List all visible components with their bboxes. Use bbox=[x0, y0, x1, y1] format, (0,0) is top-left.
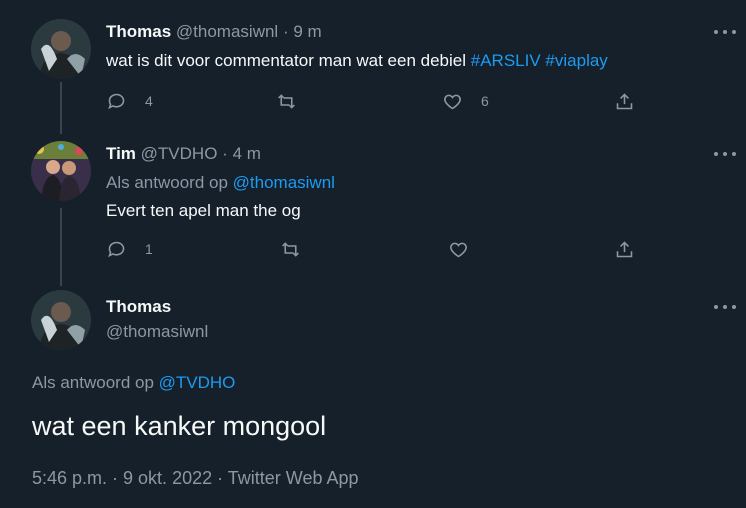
reply-to-link[interactable]: @TVDHO bbox=[159, 373, 236, 392]
like-icon bbox=[444, 94, 461, 109]
reply-prefix: Als antwoord op bbox=[32, 373, 154, 392]
reply-button[interactable]: 4 bbox=[106, 89, 153, 113]
handle[interactable]: @thomasiwnl bbox=[106, 322, 208, 342]
separator: · bbox=[222, 144, 228, 163]
action-bar: 1 bbox=[106, 237, 646, 261]
tweet[interactable]: Thomas @thomasiwnl · 9 m wat is dit voor… bbox=[0, 0, 746, 130]
retweet-icon bbox=[282, 241, 299, 257]
action-bar: 4 6 bbox=[106, 89, 646, 113]
reply-icon bbox=[108, 93, 125, 109]
more-icon[interactable] bbox=[714, 25, 736, 39]
tweet-header: Tim @TVDHO · 4 m bbox=[106, 144, 261, 164]
reply-prefix: Als antwoord op bbox=[106, 173, 228, 192]
tweet-text: Evert ten apel man the og bbox=[106, 201, 301, 221]
display-name[interactable]: Thomas bbox=[106, 22, 171, 41]
tweet[interactable]: Tim @TVDHO · 4 m Als antwoord op @thomas… bbox=[0, 130, 746, 280]
tweet-header: Thomas @thomasiwnl · 9 m bbox=[106, 22, 322, 42]
main-tweet: Thomas @thomasiwnl Als antwoord op @TVDH… bbox=[0, 280, 746, 508]
share-icon bbox=[616, 92, 633, 109]
hashtag-link[interactable]: #ARSLIV bbox=[471, 51, 541, 70]
timestamp[interactable]: 4 m bbox=[233, 144, 261, 163]
like-button[interactable]: 6 bbox=[442, 89, 489, 113]
avatar[interactable] bbox=[31, 19, 91, 79]
handle[interactable]: @thomasiwnl bbox=[176, 22, 278, 41]
like-count: 6 bbox=[481, 93, 489, 109]
retweet-button[interactable] bbox=[276, 89, 315, 113]
avatar[interactable] bbox=[31, 290, 91, 350]
like-icon bbox=[450, 242, 467, 257]
share-button[interactable] bbox=[614, 89, 635, 113]
avatar[interactable] bbox=[31, 141, 91, 201]
tweet-text-content: wat is dit voor commentator man wat een … bbox=[106, 51, 467, 70]
reply-to-link[interactable]: @thomasiwnl bbox=[233, 173, 335, 192]
tweet-text-content: Evert ten apel man the og bbox=[106, 201, 301, 220]
reply-count: 4 bbox=[145, 93, 153, 109]
reply-icon bbox=[108, 241, 125, 257]
retweet-button[interactable] bbox=[280, 237, 319, 261]
like-button[interactable] bbox=[448, 237, 487, 261]
reply-button[interactable]: 1 bbox=[106, 237, 153, 261]
tweet-meta[interactable]: 5:46 p.m. · 9 okt. 2022 · Twitter Web Ap… bbox=[32, 468, 359, 489]
reply-count: 1 bbox=[145, 241, 153, 257]
more-icon[interactable] bbox=[714, 300, 736, 314]
hashtag-link[interactable]: #viaplay bbox=[545, 51, 607, 70]
retweet-icon bbox=[278, 93, 295, 109]
reply-context: Als antwoord op @thomasiwnl bbox=[106, 173, 335, 193]
display-name[interactable]: Thomas bbox=[106, 297, 171, 317]
handle[interactable]: @TVDHO bbox=[141, 144, 218, 163]
timestamp[interactable]: 9 m bbox=[293, 22, 321, 41]
reply-context: Als antwoord op @TVDHO bbox=[32, 373, 235, 393]
display-name[interactable]: Tim bbox=[106, 144, 136, 163]
share-button[interactable] bbox=[614, 237, 635, 261]
separator: · bbox=[282, 22, 289, 41]
tweet-text: wat is dit voor commentator man wat een … bbox=[106, 51, 608, 71]
tweet-text: wat een kanker mongool bbox=[32, 411, 327, 441]
share-icon bbox=[616, 240, 633, 257]
more-icon[interactable] bbox=[714, 147, 736, 161]
